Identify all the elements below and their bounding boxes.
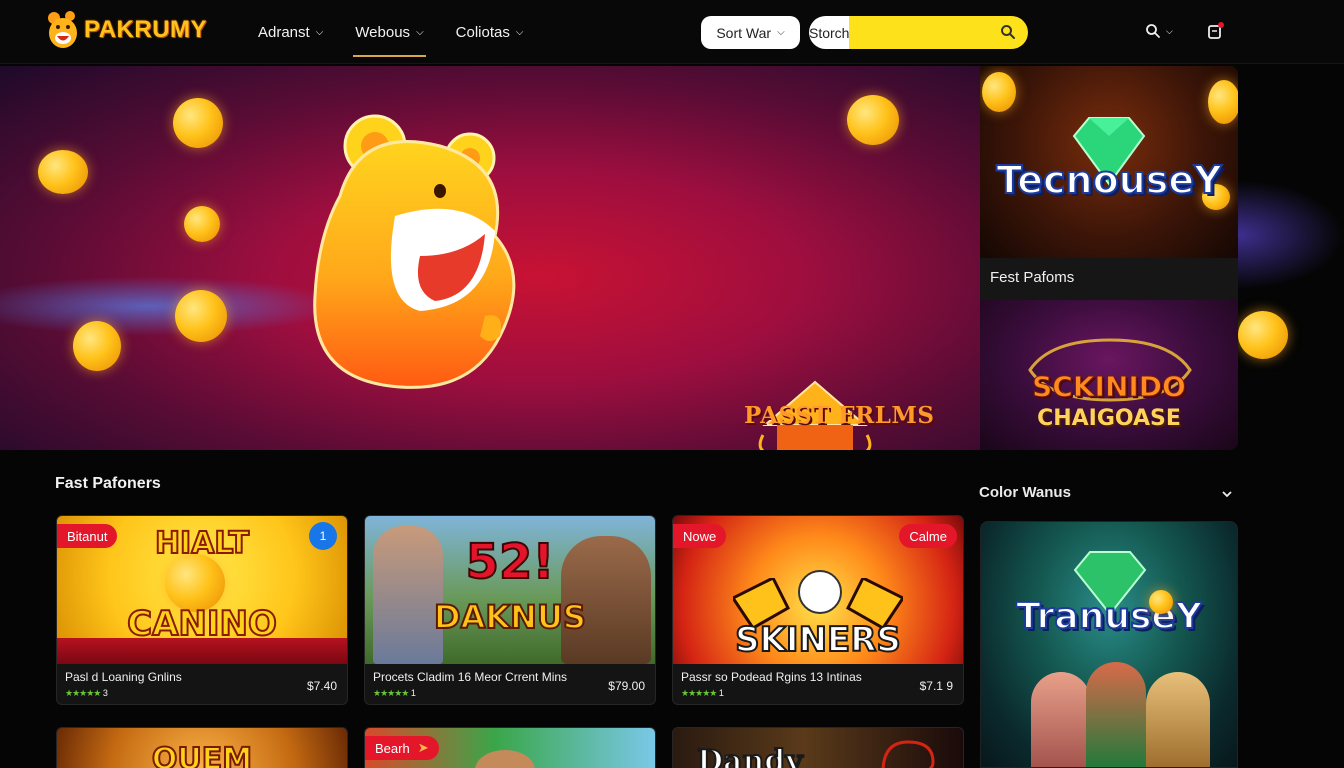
game-tag: Bearh ➤ <box>365 736 439 760</box>
rating-stars: ★★★★★ <box>65 688 101 698</box>
brand-name: PAKRUMY <box>84 16 208 43</box>
game-logo-text: DAKNUS <box>433 597 587 637</box>
gold-coin <box>847 95 899 145</box>
game-logo-text: 52! <box>465 533 556 591</box>
hero-banner[interactable]: PASST FRLMS <box>0 66 980 450</box>
character-figure <box>1086 662 1146 767</box>
game-logo-text: Dandy <box>696 743 804 768</box>
nav-label: Webous <box>355 23 411 41</box>
nav-item-coliotas[interactable]: Coliotas ⌵ <box>454 0 526 64</box>
gold-coin <box>1149 590 1173 614</box>
notification-icon[interactable] <box>1206 21 1226 41</box>
gold-coin <box>73 321 121 371</box>
promo-art: TecnouseY <box>980 66 1238 258</box>
character-figure <box>1146 672 1210 767</box>
count-badge: 1 <box>309 522 337 550</box>
game-title: Procets Cladim 16 Meor Crrent Mins <box>373 670 568 684</box>
spiral-ornament <box>881 740 935 768</box>
game-rating: ★★★★★ 3 <box>65 688 108 699</box>
character-figure <box>475 750 535 768</box>
promo-card-featured[interactable]: TecnouseY Fest Pafoms <box>980 66 1238 300</box>
gold-coin <box>1208 80 1238 124</box>
game-title: Passr so Podead Rgins 13 Intinas <box>681 670 862 684</box>
chevron-down-icon: ⌵ <box>416 26 424 38</box>
side-light-streak <box>1238 180 1344 290</box>
gold-coin <box>982 72 1016 112</box>
main-nav: Adranst ⌵ Webous ⌵ Coliotas ⌵ <box>256 0 553 64</box>
brand-logo[interactable]: PAKRUMY <box>46 10 207 50</box>
rating-stars: ★★★★★ <box>373 688 409 698</box>
game-card[interactable]: 52! DAKNUS Procets Cladim 16 Meor Crrent… <box>364 515 656 705</box>
gold-coin <box>38 150 88 194</box>
chevron-down-icon: ⌵ <box>1166 25 1173 36</box>
page-root: PAKRUMY Adranst ⌵ Webous ⌵ Coliotas ⌵ So… <box>0 0 1344 768</box>
character-face <box>798 570 842 614</box>
nav-item-adranst[interactable]: Adranst ⌵ <box>256 0 325 64</box>
search-bar: Storch <box>809 16 1028 49</box>
sidebar-game-card[interactable]: TranuseY <box>980 521 1238 768</box>
chevron-down-icon: ⌵ <box>777 27 785 38</box>
game-logo-text: QUEM <box>151 741 253 768</box>
game-logo-text: CANINO <box>126 603 278 645</box>
sort-dropdown[interactable]: Sort War ⌵ <box>701 16 800 49</box>
section-title: Fast Pafoners <box>55 475 161 492</box>
gold-coin <box>184 206 220 242</box>
chevron-down-icon[interactable] <box>1220 487 1234 501</box>
rating-count: 1 <box>410 688 416 698</box>
promo-card-secondary[interactable]: SCKINIDO CHAIGOASE <box>980 300 1238 450</box>
game-card[interactable]: Bearh ➤ <box>364 727 656 768</box>
rating-count: 1 <box>718 688 724 698</box>
game-price: $7.40 <box>306 679 337 693</box>
hero-caption: PASST FRLMS <box>744 402 935 429</box>
mascot-illustration <box>313 114 516 389</box>
game-rating: ★★★★★ 1 <box>373 688 416 699</box>
hero-light-streak <box>0 276 340 336</box>
game-card[interactable]: SKINERS Nowe Calme Passr so Podead Rgins… <box>672 515 964 705</box>
chevron-down-icon: ⌵ <box>515 26 524 38</box>
gold-coin <box>1238 311 1288 359</box>
search-icon[interactable] <box>1000 24 1016 40</box>
rating-stars: ★★★★★ <box>681 688 717 698</box>
game-logo-text: SCKINIDO <box>1032 370 1187 404</box>
game-rating: ★★★★★ 1 <box>681 688 724 699</box>
game-card[interactable]: Dandy <box>672 727 964 768</box>
thumbs-icon: ➤ <box>417 740 429 755</box>
search-icon <box>1146 24 1160 38</box>
game-tag: Nowe <box>673 524 727 548</box>
game-tag: Bitanut <box>57 524 118 548</box>
game-title: Pasl d Loaning Gnlins <box>65 670 182 684</box>
top-bar: PAKRUMY Adranst ⌵ Webous ⌵ Coliotas ⌵ So… <box>0 0 1344 64</box>
game-card[interactable]: QUEM <box>56 727 348 768</box>
nav-label: Adranst <box>258 23 310 41</box>
game-price: $7.1 9 <box>919 679 953 693</box>
rating-count: 3 <box>102 688 108 698</box>
character-figure <box>1031 672 1091 767</box>
game-logo-text: CHAIGOASE <box>1037 406 1181 431</box>
game-tag-label: Bearh <box>375 740 410 756</box>
nav-label: Coliotas <box>455 23 510 41</box>
sidebar-section-title: Color Wanus <box>979 484 1071 501</box>
search-button[interactable]: Storch <box>809 16 850 49</box>
nav-item-webous[interactable]: Webous ⌵ <box>353 0 427 64</box>
game-price: $79.00 <box>608 679 645 693</box>
promo-label: Fest Pafoms <box>990 269 1075 286</box>
chevron-down-icon: ⌵ <box>315 26 324 38</box>
game-logo-text: TranuseY <box>1015 595 1203 638</box>
game-tag: Calme <box>899 524 957 548</box>
gold-coin <box>173 98 223 148</box>
header-search-toggle[interactable]: ⌵ <box>1145 22 1175 40</box>
sort-label: Sort War <box>716 24 772 41</box>
game-logo-text: SKINERS <box>734 619 902 661</box>
game-logo-text: TecnouseY <box>995 157 1222 203</box>
game-card[interactable]: HIALT CANINO Bitanut 1 Pasl d Loaning Gn… <box>56 515 348 705</box>
bear-logo-icon <box>48 11 77 48</box>
game-thumbnail: 52! DAKNUS <box>365 516 655 664</box>
gold-coin <box>175 290 227 342</box>
